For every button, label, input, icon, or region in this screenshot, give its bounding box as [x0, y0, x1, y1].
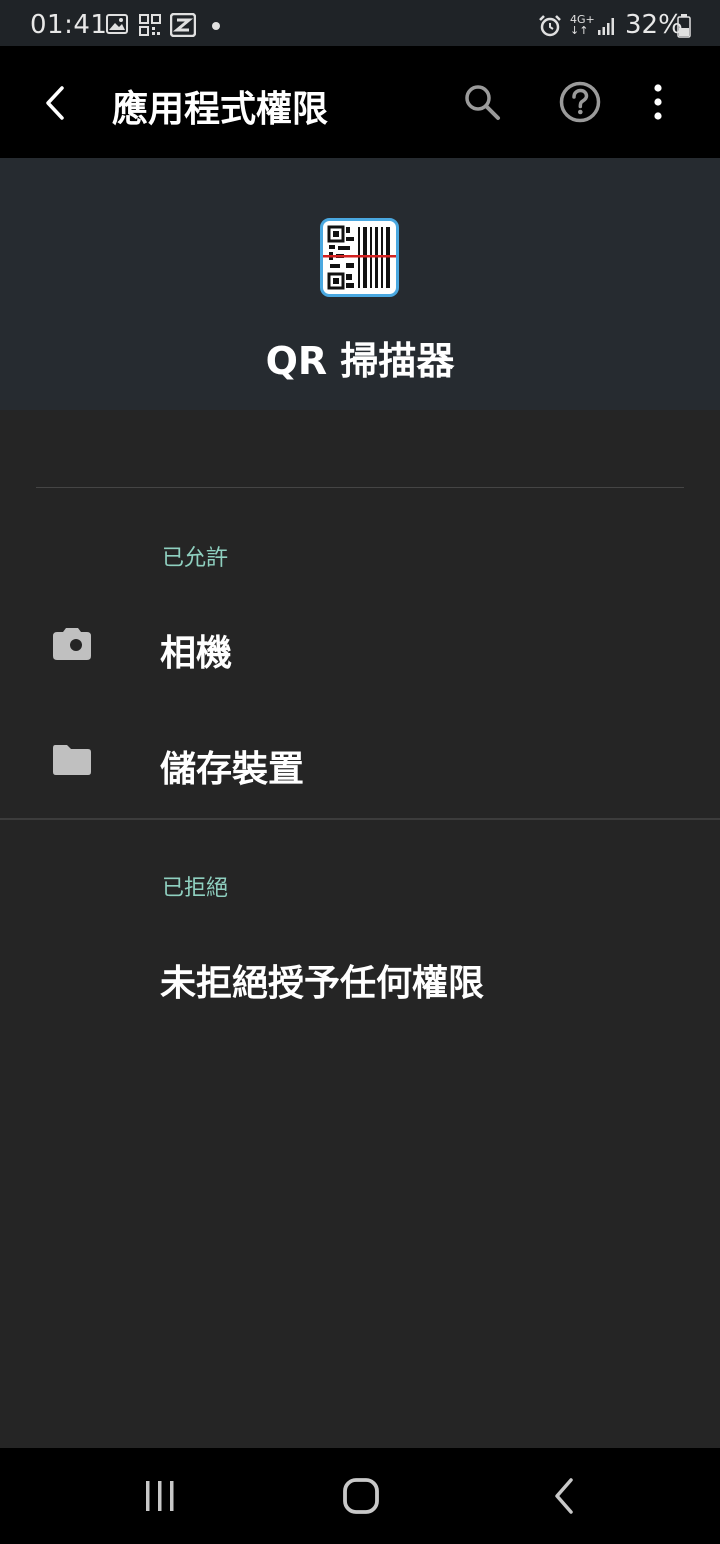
status-bar: 01:41 4G+ ↓↑ 32% — [0, 0, 720, 46]
page-title: 應用程式權限 — [112, 89, 329, 130]
denied-section-label: 已拒絕 — [162, 876, 229, 901]
qr-notification-icon — [139, 14, 161, 40]
qr-scanner-app-icon — [320, 218, 399, 297]
home-icon — [343, 1478, 379, 1514]
alarm-icon — [538, 14, 562, 42]
app-z-notification-icon — [169, 12, 197, 41]
network-type-label: 4G+ — [570, 13, 595, 26]
app-info-header: QR 掃描器 — [0, 158, 720, 410]
battery-percent: 32% — [625, 10, 683, 40]
permission-row-camera[interactable]: 相機 — [0, 590, 720, 700]
app-name: QR 掃描器 — [265, 339, 455, 383]
nav-back-icon — [555, 1478, 573, 1514]
back-icon — [46, 86, 64, 120]
divider — [36, 487, 684, 488]
recent-apps-button[interactable] — [130, 1470, 190, 1522]
section-divider — [0, 818, 720, 820]
permission-label: 相機 — [160, 633, 233, 674]
nav-back-button[interactable] — [534, 1470, 594, 1522]
help-icon — [559, 81, 601, 123]
signal-icon — [597, 16, 617, 40]
help-button[interactable] — [554, 76, 606, 128]
recent-apps-icon — [146, 1481, 174, 1511]
network-type-indicator: 4G+ ↓↑ — [570, 13, 595, 37]
system-nav-bar — [0, 1448, 720, 1544]
app-bar: 應用程式權限 — [0, 46, 720, 158]
permission-label: 儲存裝置 — [160, 749, 305, 790]
search-button[interactable] — [456, 76, 508, 128]
more-notifications-dot — [212, 22, 220, 30]
allowed-section-label: 已允許 — [162, 546, 229, 571]
battery-icon — [677, 14, 691, 42]
home-button[interactable] — [331, 1470, 391, 1522]
more-options-button[interactable] — [632, 76, 684, 128]
status-time: 01:41 — [30, 10, 108, 40]
no-denied-permissions-text: 未拒絕授予任何權限 — [160, 963, 485, 1004]
search-icon — [465, 85, 500, 120]
camera-icon — [52, 627, 92, 661]
gallery-notification-icon — [106, 14, 128, 38]
folder-icon — [52, 744, 92, 778]
back-button[interactable] — [30, 78, 80, 128]
more-vert-icon — [654, 84, 662, 120]
permission-row-storage[interactable]: 儲存裝置 — [0, 706, 720, 816]
